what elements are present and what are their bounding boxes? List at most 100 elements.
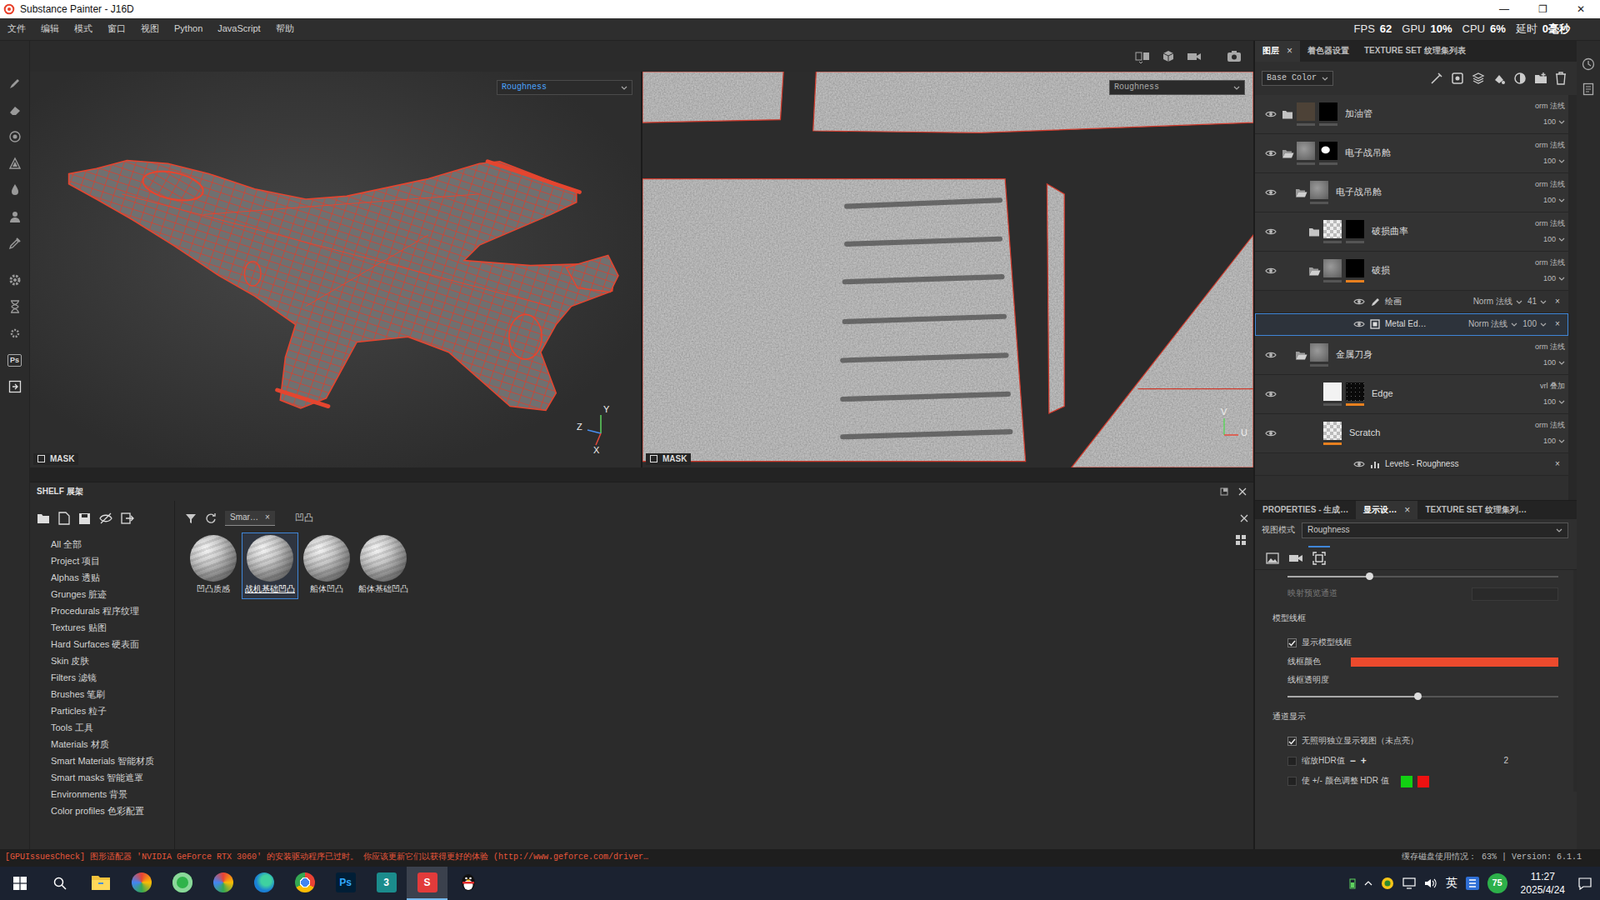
layer-name[interactable]: 破损曲率	[1371, 225, 1409, 238]
layer-name[interactable]: 加油管	[1345, 108, 1373, 120]
resource-item[interactable]: 船体基础凹凸	[355, 532, 412, 600]
opacity-field[interactable]: 100	[1526, 433, 1565, 450]
layer-mask[interactable]	[1345, 220, 1365, 239]
view-mode-dropdown[interactable]: Roughness	[1301, 522, 1569, 539]
taskbar-app[interactable]	[120, 866, 162, 900]
blend-mode[interactable]: orm 法线	[1526, 339, 1565, 355]
folder-icon[interactable]	[36, 513, 50, 525]
view-tab[interactable]	[1285, 545, 1307, 570]
resource-item[interactable]: 船体凹凸	[298, 532, 355, 600]
cube-icon[interactable]	[1161, 50, 1175, 64]
layer-thumbnail[interactable]	[1323, 220, 1342, 239]
tool-button[interactable]	[1, 266, 29, 294]
blend-mode[interactable]: orm 法线	[1526, 417, 1565, 434]
close-tab-button[interactable]: ×	[1286, 45, 1293, 58]
smudge-icon[interactable]	[8, 183, 22, 197]
taskbar-app[interactable]	[80, 866, 121, 900]
category-item[interactable]: Color profiles 色彩配置	[50, 802, 175, 820]
color-swatch[interactable]	[1350, 657, 1559, 667]
opacity-value[interactable]: 100	[1543, 195, 1556, 205]
effect-name[interactable]: Metal Ed…	[1385, 319, 1426, 330]
tool-button[interactable]	[1, 150, 29, 177]
opacity-field[interactable]: 100	[1526, 153, 1565, 170]
opacity-field[interactable]: 41	[1527, 296, 1547, 308]
slider-track[interactable]	[1287, 695, 1559, 698]
export-icon[interactable]	[8, 380, 22, 394]
menu-item[interactable]: 编辑	[33, 23, 67, 35]
notification-icon[interactable]	[1578, 876, 1592, 890]
fill-layer-icon[interactable]	[1492, 71, 1506, 85]
opacity-field[interactable]: 100	[1526, 270, 1565, 287]
color-swatch[interactable]	[1417, 775, 1430, 788]
eye-icon[interactable]	[1263, 227, 1279, 236]
trash-icon[interactable]	[1555, 71, 1567, 85]
menu-item[interactable]: 文件	[0, 23, 34, 35]
remove-effect-button[interactable]: ×	[1551, 459, 1564, 470]
blend-mode[interactable]: orm 法线	[1526, 255, 1565, 271]
menu-item[interactable]: 帮助	[268, 23, 302, 35]
opacity-field[interactable]: 100	[1526, 114, 1565, 130]
tool-button[interactable]	[1, 176, 29, 204]
increase-button[interactable]: +	[1360, 755, 1367, 768]
category-item[interactable]: Alphas 透贴	[50, 569, 175, 586]
blend-mode[interactable]: Norm 法线	[1473, 296, 1523, 308]
tray-app-icon[interactable]	[1380, 876, 1395, 890]
channel-dropdown[interactable]: Roughness	[1109, 80, 1245, 95]
layer-row[interactable]: Edgevrl 叠加100	[1255, 375, 1569, 415]
checkbox[interactable]	[1287, 638, 1297, 648]
checkbox-label[interactable]: 无照明独立显示视图（未点亮）	[1301, 735, 1419, 747]
effect-row[interactable]: 绘画Norm 法线41×	[1255, 290, 1569, 314]
layer-row[interactable]: 破损orm 法线100	[1255, 251, 1569, 291]
category-item[interactable]: Grunges 脏迹	[50, 585, 175, 603]
eye-icon[interactable]	[1353, 320, 1365, 329]
explorer-icon[interactable]	[90, 872, 111, 893]
tool-button[interactable]	[1, 320, 29, 347]
camera-icon[interactable]	[1288, 553, 1304, 564]
max-icon[interactable]: 3	[376, 872, 397, 893]
ball-icon[interactable]	[213, 872, 234, 893]
folder-icon[interactable]	[1308, 266, 1321, 276]
ps-icon[interactable]: Ps	[335, 872, 356, 893]
screenshot-icon[interactable]	[1226, 50, 1242, 63]
tool-button[interactable]	[1, 373, 29, 400]
category-item[interactable]: Brushes 笔刷	[50, 685, 175, 703]
layer-row[interactable]: 破损曲率orm 法线100	[1255, 212, 1569, 252]
category-item[interactable]: Hard Surfaces 硬表面	[50, 635, 175, 653]
tool-button[interactable]	[1, 203, 29, 230]
tray-badge[interactable]: 75	[1487, 873, 1508, 894]
eye-icon[interactable]	[1263, 110, 1279, 119]
mask-toggle[interactable]: MASK	[33, 453, 79, 466]
add-folder-icon[interactable]	[1534, 71, 1548, 85]
picker-icon[interactable]	[8, 236, 22, 250]
checkbox[interactable]	[1287, 736, 1297, 746]
layer-thumbnail[interactable]	[1296, 141, 1315, 160]
effect-row[interactable]: Levels - Roughness×	[1255, 453, 1569, 476]
tool-button[interactable]	[1, 70, 29, 97]
eye-icon[interactable]	[1353, 297, 1365, 306]
chrome-icon[interactable]	[295, 872, 315, 893]
edge-icon[interactable]	[254, 872, 275, 893]
folder-icon[interactable]	[1295, 188, 1308, 198]
hide-icon[interactable]	[99, 512, 113, 525]
tool-button[interactable]	[1, 96, 29, 124]
panel-tab[interactable]: 显示设…×	[1355, 500, 1418, 520]
opacity-value[interactable]: 100	[1543, 397, 1556, 406]
tool-button[interactable]	[1, 293, 29, 320]
ball-icon[interactable]	[131, 872, 152, 893]
taskbar-app[interactable]	[447, 866, 489, 900]
filter-chip[interactable]: Smar…×	[225, 510, 275, 526]
panel-tab[interactable]: PROPERTIES - 生成…	[1255, 500, 1356, 520]
new-file-icon[interactable]	[58, 511, 70, 525]
painter-icon[interactable]: S	[417, 872, 438, 893]
opacity-field[interactable]: 100	[1526, 394, 1565, 410]
channel-dropdown[interactable]: Base Color	[1261, 70, 1334, 87]
taskbar-app[interactable]: S	[406, 866, 448, 900]
view-tab[interactable]	[1308, 545, 1330, 570]
opacity-value[interactable]: 100	[1543, 117, 1556, 126]
category-item[interactable]: Materials 材质	[50, 735, 175, 753]
layer-thumbnail[interactable]	[1323, 382, 1342, 401]
display-icon[interactable]	[1312, 551, 1326, 565]
view-split-icon[interactable]	[1135, 50, 1150, 64]
tool-button[interactable]	[1, 123, 29, 150]
eye-icon[interactable]	[1263, 188, 1279, 197]
